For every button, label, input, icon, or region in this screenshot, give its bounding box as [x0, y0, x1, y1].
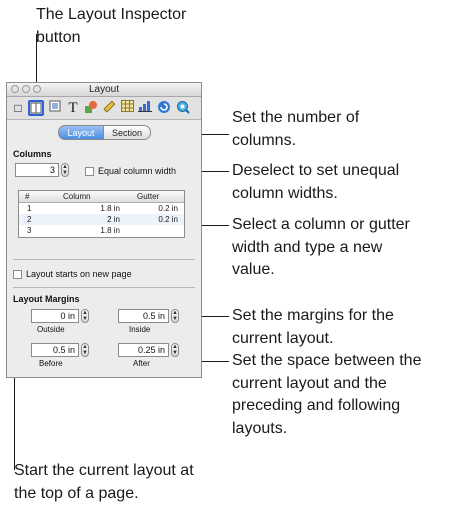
column-count-stepper[interactable]: ▲ ▼ — [61, 163, 69, 177]
before-margin-stepper[interactable]: ▲ ▼ — [81, 343, 89, 357]
window-title: Layout — [88, 84, 120, 95]
after-margin-label: After — [133, 359, 150, 368]
graphic-icon-glyph — [85, 101, 97, 113]
equal-column-width-label: Equal column width — [98, 166, 177, 176]
link-icon-glyph — [158, 101, 170, 113]
metrics-icon[interactable] — [101, 100, 117, 116]
table-row[interactable]: 1 1.8 in 0.2 in — [19, 203, 184, 214]
divider — [13, 259, 195, 260]
table-icon[interactable] — [119, 100, 135, 116]
row-number: 1 — [27, 204, 32, 213]
columns-header: Columns — [13, 149, 52, 159]
column-width-cell[interactable]: 1.8 in — [100, 203, 120, 214]
after-margin-stepper[interactable]: ▲ ▼ — [171, 343, 179, 357]
column-table: # Column Gutter 1 1.8 in 0.2 in 2 2 in 0… — [18, 190, 185, 238]
before-margin-label: Before — [39, 359, 63, 368]
before-margin-field[interactable]: 0.5 in — [31, 343, 79, 357]
tab-section[interactable]: Section — [103, 125, 151, 140]
document-icon[interactable]: □ — [10, 100, 26, 116]
callout-space-between: Set the space between the current layout… — [232, 352, 422, 437]
divider — [13, 287, 195, 288]
gutter-width-cell[interactable]: 0.2 in — [158, 214, 178, 225]
column-width-cell[interactable]: 2 in — [107, 214, 120, 225]
layout-margins-header: Layout Margins — [13, 294, 80, 304]
table-icon-glyph — [120, 100, 134, 112]
graphic-icon[interactable] — [83, 100, 99, 116]
inspector-toolbar: □ T — [7, 97, 201, 120]
metrics-icon-glyph — [103, 100, 116, 113]
outside-margin-stepper[interactable]: ▲ ▼ — [81, 309, 89, 323]
title-bar: Layout — [7, 83, 201, 97]
layout-icon[interactable] — [28, 100, 44, 116]
callout-margins: Set the margins for the current layout. — [232, 307, 394, 347]
gutter-width-cell[interactable]: 0.2 in — [158, 203, 178, 214]
callout-number-of-columns: Set the number of columns. — [232, 109, 360, 149]
table-row[interactable]: 3 1.8 in — [19, 225, 184, 236]
inside-margin-stepper[interactable]: ▲ ▼ — [171, 309, 179, 323]
layout-starts-new-page-checkbox[interactable] — [13, 270, 22, 279]
row-number: 2 — [27, 215, 32, 224]
chart-icon[interactable] — [137, 100, 153, 116]
layout-starts-new-page-label: Layout starts on new page — [26, 269, 132, 279]
quicktime-icon-glyph — [177, 101, 190, 114]
callout-equal-width: Deselect to set unequal column widths. — [232, 162, 400, 202]
inside-margin-field[interactable]: 0.5 in — [118, 309, 169, 323]
layout-inspector-window: Layout □ T Layout Section Columns 3 ▲ ▼ … — [6, 82, 202, 378]
after-margin-field[interactable]: 0.25 in — [118, 343, 169, 357]
wrap-icon[interactable] — [47, 100, 63, 116]
text-icon[interactable]: T — [65, 100, 81, 116]
column-header-column: Column — [63, 192, 91, 201]
column-table-header: # Column Gutter — [19, 191, 184, 203]
tab-layout[interactable]: Layout — [58, 125, 104, 140]
column-header-gutter: Gutter — [137, 192, 160, 201]
table-row[interactable]: 2 2 in 0.2 in — [19, 214, 184, 225]
inside-margin-label: Inside — [129, 325, 151, 334]
outside-margin-field[interactable]: 0 in — [31, 309, 79, 323]
quicktime-icon[interactable] — [175, 100, 191, 116]
wrap-icon-glyph — [49, 100, 61, 112]
callout-column-width: Select a column or gutter width and type… — [232, 216, 410, 278]
outside-margin-label: Outside — [37, 325, 65, 334]
layout-icon-glyph — [30, 102, 42, 114]
equal-column-width-checkbox[interactable] — [85, 167, 94, 176]
callout-new-page: Start the current layout at the top of a… — [14, 462, 194, 502]
column-width-cell[interactable]: 1.8 in — [100, 225, 120, 236]
row-number: 3 — [27, 226, 32, 235]
column-count-field[interactable]: 3 — [15, 163, 59, 177]
link-icon[interactable] — [156, 100, 172, 116]
column-header-num: # — [25, 192, 30, 201]
callout-inspector-button: The Layout Inspector button — [36, 6, 187, 46]
chart-icon-glyph — [138, 101, 152, 112]
